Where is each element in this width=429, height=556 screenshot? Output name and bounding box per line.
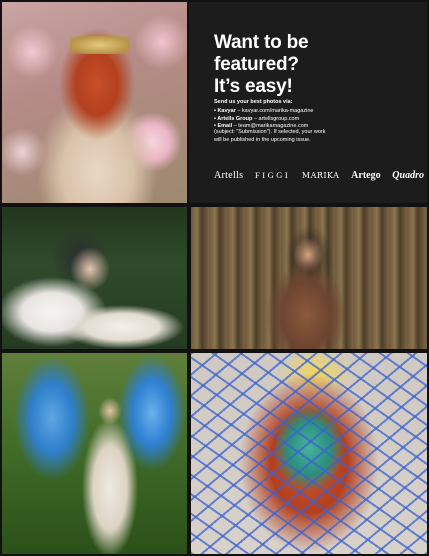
logo-artells: Artells	[214, 169, 244, 181]
photo-woman-under-net	[191, 353, 427, 554]
panel-note: (subject: "Submission"). If selected, yo…	[214, 129, 326, 143]
crown-detail	[70, 36, 130, 54]
panel-intro: Send us your best photos via:	[214, 99, 293, 105]
photo-woman-at-fountain	[2, 207, 187, 349]
logo-marika: MARIKA	[301, 170, 340, 180]
contact-list: • Kavyar – kavyar.com/marika-magazine • …	[214, 108, 414, 131]
contact-value: – kavyar.com/marika-magazine	[235, 108, 314, 114]
contact-kavyar[interactable]: • Kavyar – kavyar.com/marika-magazine	[214, 108, 414, 116]
logo-figgi: FIGGI	[255, 170, 291, 180]
contact-label: • Artells Group	[214, 115, 253, 122]
logo-artego: Artego	[351, 169, 381, 181]
contact-artells[interactable]: • Artells Group – artellsgroup.com	[214, 116, 414, 124]
photo-woman-with-blue-wings	[2, 353, 187, 554]
logo-quadro: Quadro	[392, 169, 424, 181]
panel-headline: Want to be featured? It’s easy!	[214, 32, 309, 97]
contact-value: – artellsgroup.com	[252, 115, 300, 122]
partner-logos: Artells FIGGI MARIKA Artego Quadro	[214, 168, 424, 182]
contact-label: • Kavyar	[214, 108, 236, 114]
photo-woman-with-magnolias	[2, 2, 187, 203]
submission-panel: Want to be featured? It’s easy! Send us …	[189, 2, 427, 203]
photo-woman-in-bamboo	[191, 207, 427, 349]
